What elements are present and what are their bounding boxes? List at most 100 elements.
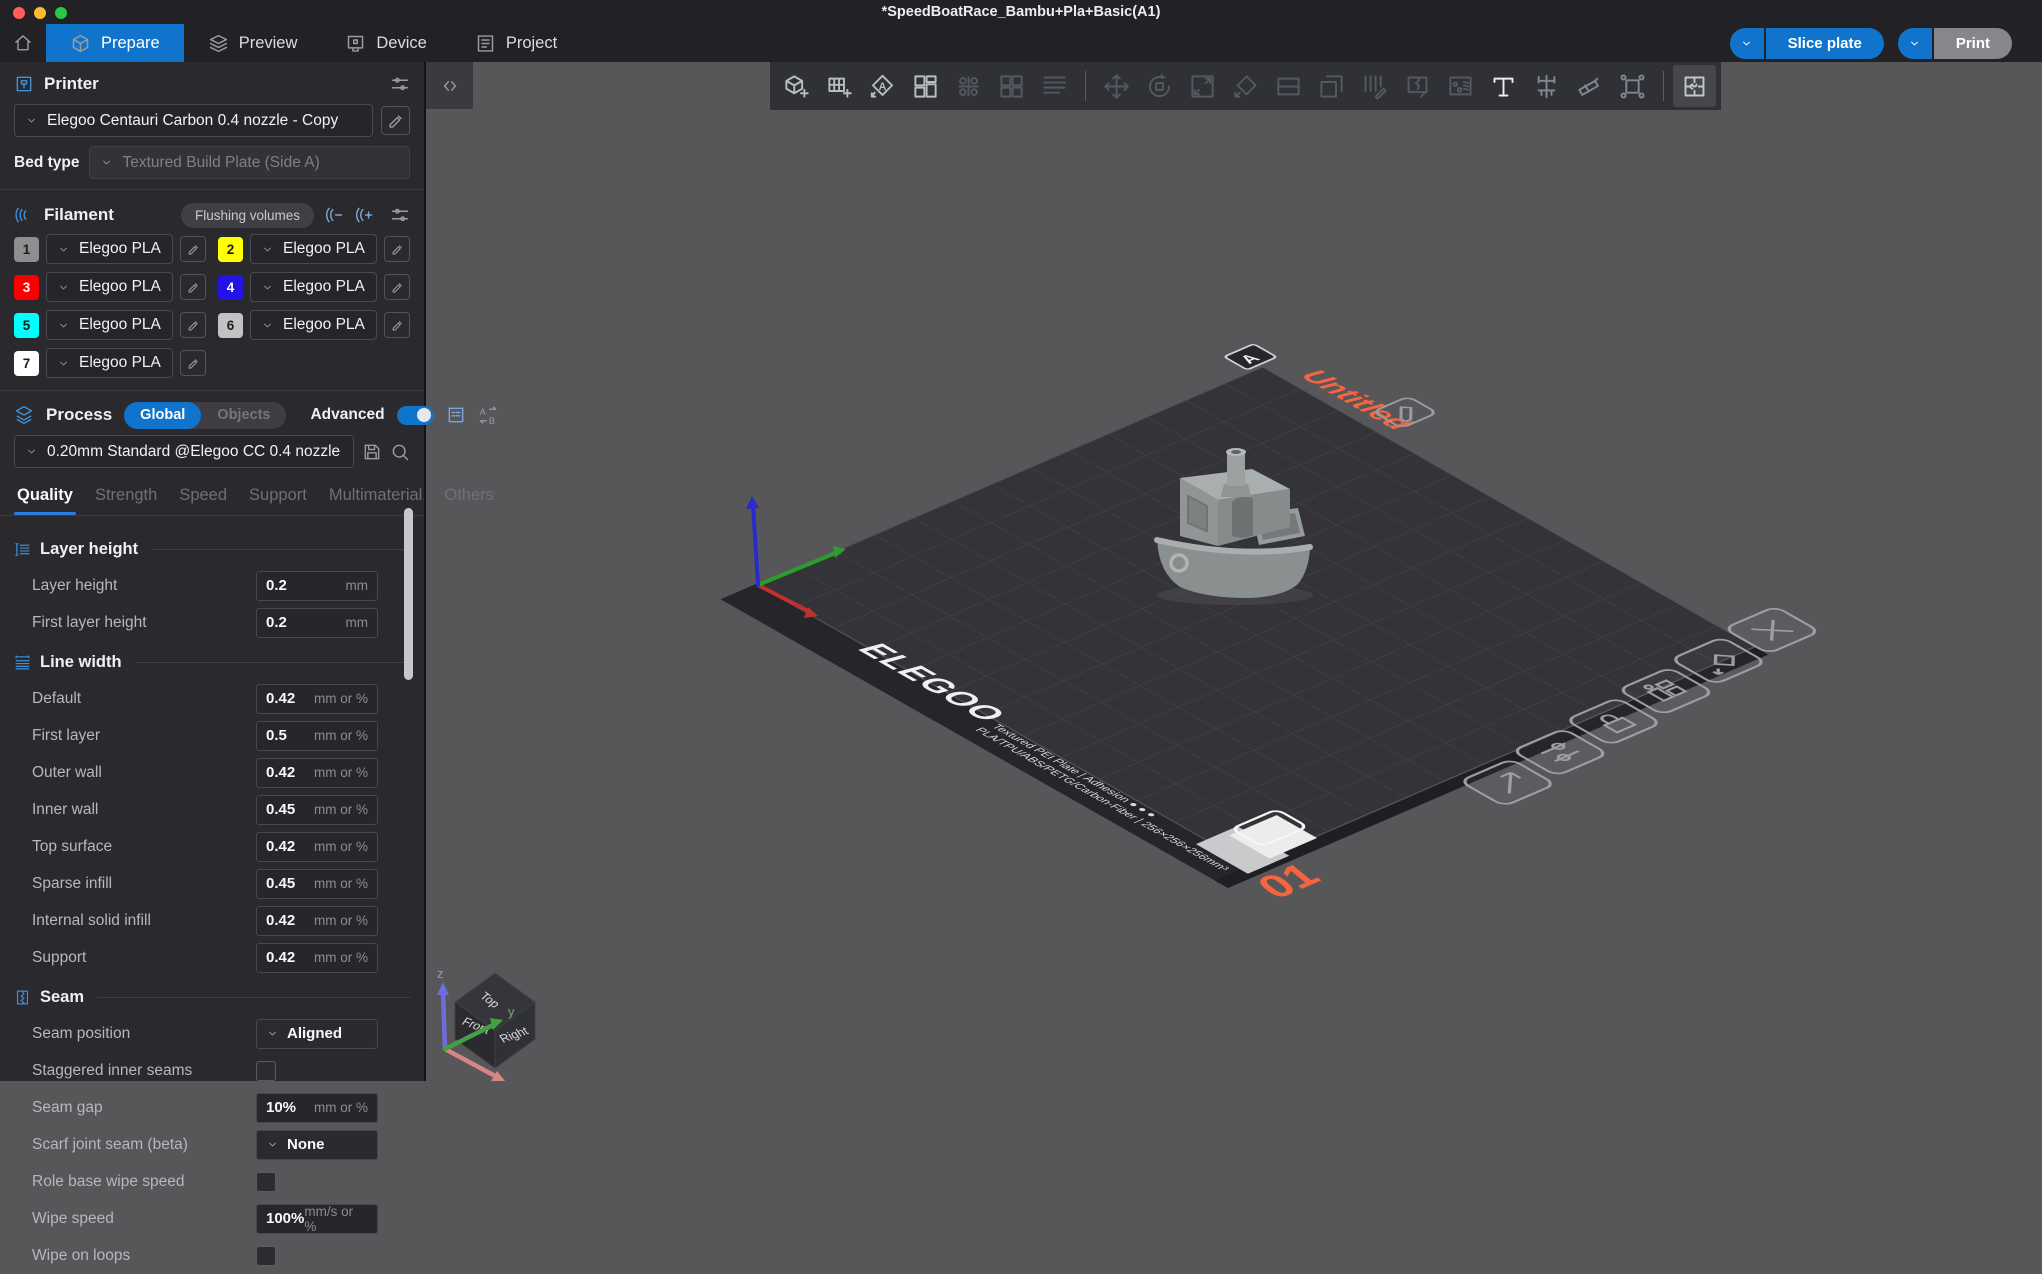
search-settings-icon[interactable] [390, 442, 410, 462]
tab-prepare[interactable]: Prepare [46, 24, 184, 62]
process-tab-quality[interactable]: Quality [6, 477, 84, 515]
sparse-infill-input[interactable]: 0.45mm or % [256, 869, 378, 899]
filament-color-swatch-4[interactable]: 4 [218, 275, 243, 300]
print-button[interactable]: Print [1934, 28, 2012, 59]
toolbar-support-painting-button[interactable] [1353, 65, 1396, 107]
tab-preview[interactable]: Preview [184, 24, 322, 62]
filament-select-4[interactable]: Elegoo PLA [250, 272, 377, 302]
seam-gap-input[interactable]: 10%mm or % [256, 1093, 378, 1123]
edit-filament-button-2[interactable] [384, 236, 410, 262]
process-tab-strength[interactable]: Strength [84, 477, 168, 515]
compare-presets-icon[interactable]: AB [478, 405, 498, 425]
filament-color-swatch-3[interactable]: 3 [14, 275, 39, 300]
zoom-window-button[interactable] [55, 7, 67, 19]
first-layer-input[interactable]: 0.5mm or % [256, 721, 378, 751]
toolbar-arrange-button[interactable] [904, 65, 947, 107]
process-tab-speed[interactable]: Speed [168, 477, 238, 515]
toolbar-add-plate-button[interactable] [818, 65, 861, 107]
filament-color-swatch-5[interactable]: 5 [14, 313, 39, 338]
close-window-button[interactable] [13, 7, 25, 19]
edit-printer-button[interactable] [381, 106, 410, 135]
filament-settings-icon[interactable] [390, 205, 410, 225]
save-preset-icon[interactable] [362, 442, 382, 462]
layer-height-input[interactable]: 0.2mm [256, 571, 378, 601]
filament-color-swatch-6[interactable]: 6 [218, 313, 243, 338]
edit-filament-button-5[interactable] [180, 312, 206, 338]
first-layer-height-input[interactable]: 0.2mm [256, 608, 378, 638]
parameter-list-icon[interactable] [446, 405, 466, 425]
toolbar-auto-orient-button[interactable]: A [861, 65, 904, 107]
toolbar-scale-button[interactable] [1181, 65, 1224, 107]
staggered-inner-seams-checkbox[interactable] [256, 1061, 276, 1081]
toolbar-mesh-edit-button[interactable] [1611, 65, 1654, 107]
nav-cube[interactable]: Top Front Right z x y [437, 966, 535, 1081]
scarf-joint-seam-beta--select[interactable]: None [256, 1130, 378, 1160]
toolbar-assembly-view-button[interactable] [1673, 65, 1716, 107]
wipe-speed-input[interactable]: 100%mm/s or % [256, 1204, 378, 1234]
printer-settings-icon[interactable] [390, 74, 410, 94]
process-preset-select[interactable]: 0.20mm Standard @Elegoo CC 0.4 nozzle [14, 435, 354, 468]
toolbar-split-to-objects-button[interactable] [947, 65, 990, 107]
toolbar-lay-on-face-button[interactable] [1224, 65, 1267, 107]
toolbar-split-to-parts-button[interactable] [990, 65, 1033, 107]
filament-select-6[interactable]: Elegoo PLA [250, 310, 377, 340]
toolbar-measure-button[interactable] [1525, 65, 1568, 107]
top-surface-input[interactable]: 0.42mm or % [256, 832, 378, 862]
inner-wall-input[interactable]: 0.45mm or % [256, 795, 378, 825]
toolbar-seam-painting-button[interactable] [1396, 65, 1439, 107]
seam-position-select[interactable]: Aligned [256, 1019, 378, 1049]
toolbar-clone-button[interactable] [1310, 65, 1353, 107]
printer-preset-select[interactable]: Elegoo Centauri Carbon 0.4 nozzle - Copy [14, 104, 373, 137]
toolbar-color-painting-button[interactable] [1439, 65, 1482, 107]
internal-solid-infill-input[interactable]: 0.42mm or % [256, 906, 378, 936]
build-plate[interactable]: ELEGOO PLA/TPU/ABS/PETG/Carbon-Fiber | 2… [696, 329, 1863, 912]
tab-project[interactable]: Project [451, 24, 581, 62]
scope-objects-button[interactable]: Objects [201, 407, 286, 423]
toolbar-variable-layer-height-button[interactable] [1033, 65, 1076, 107]
plate-name-badge[interactable]: A [1224, 344, 1277, 370]
toolbar-add-object-button[interactable] [775, 65, 818, 107]
filament-select-1[interactable]: Elegoo PLA [46, 234, 173, 264]
sidebar-scrollbar[interactable] [404, 508, 413, 680]
edit-filament-button-1[interactable] [180, 236, 206, 262]
filament-select-3[interactable]: Elegoo PLA [46, 272, 173, 302]
toolbar-text-tool-button[interactable] [1482, 65, 1525, 107]
toolbar-cut-button[interactable] [1568, 65, 1611, 107]
wipe-on-loops-checkbox[interactable] [256, 1246, 276, 1266]
edit-filament-button-4[interactable] [384, 274, 410, 300]
filament-color-swatch-1[interactable]: 1 [14, 237, 39, 262]
slice-plate-button[interactable]: Slice plate [1766, 28, 1884, 59]
print-options-button[interactable] [1898, 28, 1934, 59]
toolbar-move-button[interactable] [1095, 65, 1138, 107]
flushing-volumes-button[interactable]: Flushing volumes [181, 203, 314, 228]
edit-filament-button-7[interactable] [180, 350, 206, 376]
home-button[interactable] [0, 24, 46, 62]
viewport-3d[interactable]: ELEGOO PLA/TPU/ABS/PETG/Carbon-Fiber | 2… [426, 62, 2042, 1081]
filament-select-7[interactable]: Elegoo PLA [46, 348, 173, 378]
sidebar-collapse-button[interactable] [426, 62, 473, 109]
remove-filament-icon[interactable] [324, 205, 344, 225]
filament-select-5[interactable]: Elegoo PLA [46, 310, 173, 340]
bed-type-select[interactable]: Textured Build Plate (Side A) [89, 146, 410, 179]
default-input[interactable]: 0.42mm or % [256, 684, 378, 714]
add-filament-icon[interactable] [354, 205, 374, 225]
support-input[interactable]: 0.42mm or % [256, 943, 378, 973]
chevron-down-icon [57, 319, 70, 332]
advanced-toggle[interactable] [397, 406, 434, 425]
toolbar-split-horizontal-button[interactable] [1267, 65, 1310, 107]
slice-options-button[interactable] [1730, 28, 1766, 59]
role-base-wipe-speed-checkbox[interactable] [256, 1172, 276, 1192]
process-tab-support[interactable]: Support [238, 477, 318, 515]
process-tab-others[interactable]: Others [433, 477, 505, 515]
filament-color-swatch-2[interactable]: 2 [218, 237, 243, 262]
process-tab-multimaterial[interactable]: Multimaterial [318, 477, 434, 515]
minimize-window-button[interactable] [34, 7, 46, 19]
scope-global-button[interactable]: Global [124, 402, 201, 429]
edit-filament-button-3[interactable] [180, 274, 206, 300]
filament-select-2[interactable]: Elegoo PLA [250, 234, 377, 264]
tab-device[interactable]: Device [321, 24, 450, 62]
edit-filament-button-6[interactable] [384, 312, 410, 338]
filament-color-swatch-7[interactable]: 7 [14, 351, 39, 376]
toolbar-rotate-button[interactable] [1138, 65, 1181, 107]
outer-wall-input[interactable]: 0.42mm or % [256, 758, 378, 788]
